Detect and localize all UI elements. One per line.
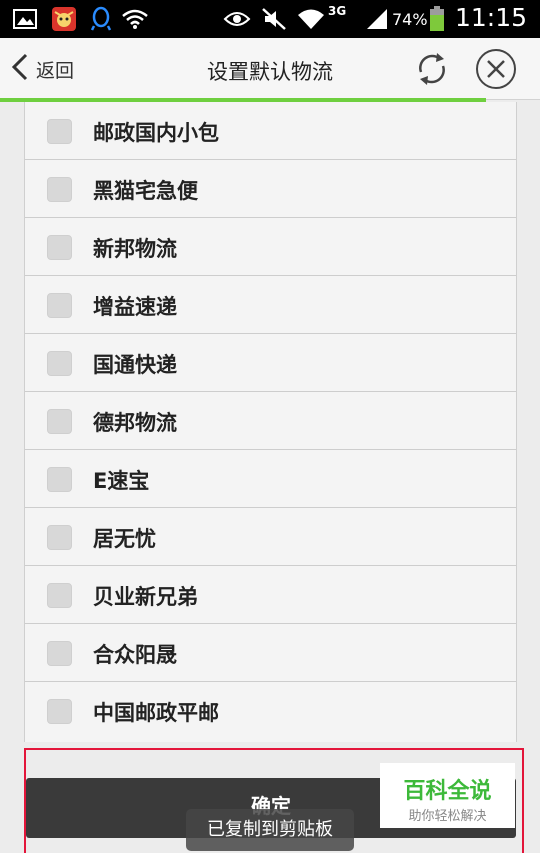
- close-icon: [478, 60, 514, 91]
- wifi-icon: [120, 6, 150, 32]
- list-item[interactable]: 贝业新兄弟: [25, 566, 516, 624]
- back-label: 返回: [36, 59, 75, 82]
- battery-percent: 74%: [392, 10, 428, 29]
- checkbox[interactable]: [47, 119, 72, 144]
- list-item[interactable]: 合众阳晟: [25, 624, 516, 682]
- gallery-icon: [12, 6, 38, 32]
- list-item[interactable]: 邮政国内小包: [25, 102, 516, 160]
- list-item[interactable]: 居无忧: [25, 508, 516, 566]
- checkbox[interactable]: [47, 525, 72, 550]
- list-item-label: 德邦物流: [93, 411, 177, 435]
- wifi-signal-icon: [296, 6, 326, 32]
- eye-icon: [222, 6, 252, 32]
- list-item[interactable]: 中国邮政平邮: [25, 682, 516, 740]
- list-item-label: 增益速递: [93, 295, 177, 319]
- list-item-label: 合众阳晟: [93, 643, 177, 667]
- battery-icon: [428, 6, 446, 32]
- checkbox[interactable]: [47, 351, 72, 376]
- checkbox[interactable]: [47, 699, 72, 724]
- watermark-subtitle: 助你轻松解决: [408, 809, 487, 824]
- checkbox[interactable]: [47, 409, 72, 434]
- checkbox[interactable]: [47, 235, 72, 260]
- network-type: 3G: [328, 4, 347, 18]
- app-notification-icon: [50, 6, 78, 32]
- logistics-list: 邮政国内小包 黑猫宅急便 新邦物流 增益速递 国通快递 德邦物流 E速宝 居无忧…: [24, 102, 517, 742]
- checkbox[interactable]: [47, 293, 72, 318]
- list-item[interactable]: 新邦物流: [25, 218, 516, 276]
- list-item-label: 贝业新兄弟: [93, 585, 198, 609]
- close-button[interactable]: [476, 49, 516, 89]
- list-item-label: 国通快递: [93, 353, 177, 377]
- chevron-left-icon: [10, 52, 30, 86]
- checkbox[interactable]: [47, 641, 72, 666]
- qq-icon: [88, 6, 114, 32]
- clock: 11:15: [455, 3, 528, 32]
- refresh-button[interactable]: [413, 50, 451, 88]
- list-item-label: 邮政国内小包: [93, 121, 219, 145]
- top-nav-bar: 返回 设置默认物流: [0, 38, 540, 100]
- list-item-label: 黑猫宅急便: [93, 179, 198, 203]
- list-item[interactable]: E速宝: [25, 450, 516, 508]
- list-item-label: 中国邮政平邮: [93, 701, 219, 725]
- list-item[interactable]: 国通快递: [25, 334, 516, 392]
- watermark-logo: 百科全说 助你轻松解决: [380, 763, 515, 828]
- list-item-label: 新邦物流: [93, 237, 177, 261]
- checkbox[interactable]: [47, 467, 72, 492]
- toast-message: 已复制到剪贴板: [186, 809, 354, 851]
- watermark-title: 百科全说: [403, 779, 492, 804]
- list-item-label: 居无忧: [93, 527, 156, 551]
- cellular-signal-icon: [364, 6, 390, 32]
- status-bar: 3G 74% 11:15: [0, 0, 540, 38]
- mute-icon: [260, 6, 288, 32]
- list-item[interactable]: 增益速递: [25, 276, 516, 334]
- list-item[interactable]: 黑猫宅急便: [25, 160, 516, 218]
- checkbox[interactable]: [47, 583, 72, 608]
- list-item[interactable]: 德邦物流: [25, 392, 516, 450]
- list-item-label: E速宝: [93, 469, 150, 493]
- refresh-icon: [413, 53, 451, 92]
- page-title: 设置默认物流: [207, 60, 333, 84]
- checkbox[interactable]: [47, 177, 72, 202]
- back-button[interactable]: 返回: [10, 52, 74, 86]
